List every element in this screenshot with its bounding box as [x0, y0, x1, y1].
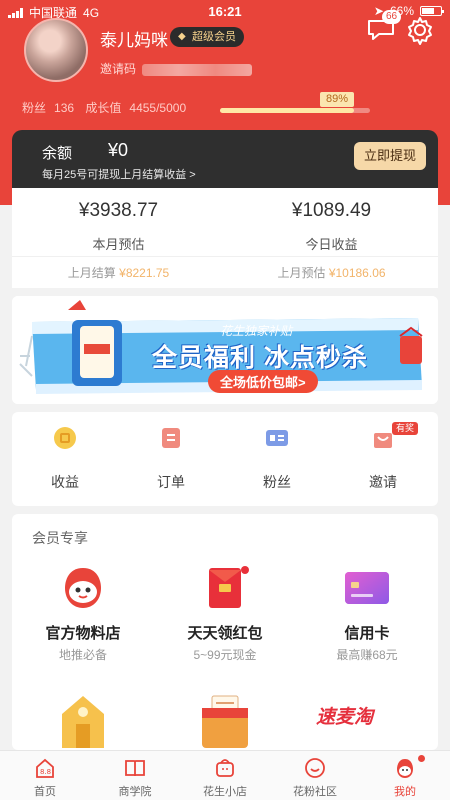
home-icon: 8.8	[36, 758, 54, 778]
growth-progress-bar	[220, 108, 370, 113]
order-icon	[162, 428, 180, 448]
tab-label: 花粉社区	[293, 786, 337, 798]
earn-sub-value: ¥8221.75	[119, 266, 170, 280]
profile-stats: 粉丝 136 成长值 4455/5000	[22, 99, 194, 116]
member-item-desc: 5~99元现金	[193, 648, 257, 662]
withdraw-button[interactable]: 立即提现	[354, 142, 426, 170]
sumaitao-logo: 速麦淘	[316, 707, 374, 728]
reward-badge: 有奖	[392, 422, 419, 435]
earn-label: 今日收益	[305, 237, 358, 252]
profile-icon	[397, 759, 413, 778]
mascot-icon	[65, 568, 101, 608]
quick-item-invite[interactable]: 有奖 邀请	[330, 412, 436, 506]
svg-text:8.8: 8.8	[40, 768, 51, 776]
fans-label: 粉丝	[22, 101, 47, 115]
member-section: 会员专享 官方物料店 地推必备 天天领红包 5~99元现金 信用卡 最高赚68元…	[12, 514, 438, 750]
credit-card-icon	[345, 572, 389, 604]
earnings-panel: ¥3938.77 本月预估 上月结算 ¥8221.75 ¥1089.49 今日收…	[12, 188, 438, 288]
quick-label: 订单	[157, 474, 185, 490]
member-item-wallet[interactable]	[154, 678, 296, 748]
tab-academy[interactable]: 商学院	[90, 751, 180, 800]
quick-actions: 收益 订单 粉丝 有奖 邀请	[12, 412, 438, 506]
message-count-badge: 66	[382, 10, 402, 24]
earn-sub-value: ¥10186.06	[328, 266, 386, 280]
member-item-building[interactable]	[12, 678, 154, 748]
fans-card-icon	[266, 430, 288, 446]
earn-sub-label: 上月结算	[67, 266, 116, 280]
tab-profile[interactable]: 我的	[360, 751, 450, 800]
member-item-material-store[interactable]: 官方物料店 地推必备	[12, 564, 154, 674]
earn-label: 本月预估	[92, 237, 145, 252]
today-earnings[interactable]: ¥1089.49 今日收益 上月预估 ¥10186.06	[225, 188, 438, 288]
community-icon	[305, 758, 325, 778]
quick-label: 粉丝	[263, 474, 291, 490]
banner-title: 全员福利 冰点秒杀	[152, 344, 368, 372]
balance-label: 余额	[42, 145, 73, 162]
invite-code-label: 邀请码	[100, 62, 137, 76]
balance-card: 余额 ¥0 每月25号可提现上月结算收益 > 立即提现	[12, 130, 438, 188]
member-item-sumaitao[interactable]: 速麦淘	[296, 678, 438, 748]
banner-subtitle: 花生独家补贴	[220, 324, 293, 338]
growth-label: 成长值	[85, 101, 122, 115]
building-icon	[62, 696, 104, 748]
tab-label: 首页	[34, 786, 56, 798]
bottom-tab-bar: 8.8 首页 商学院 花生小店 花粉社区 我的	[0, 750, 450, 800]
tab-label: 我的	[394, 786, 416, 798]
member-item-desc: 最高赚68元	[336, 648, 398, 662]
tab-label: 商学院	[118, 786, 152, 798]
book-icon	[125, 760, 145, 777]
invite-code-redacted	[142, 63, 253, 76]
avatar[interactable]	[24, 18, 88, 82]
balance-value: ¥0	[108, 140, 129, 160]
earn-amount: ¥3938.77	[78, 200, 159, 221]
coin-icon	[54, 427, 76, 449]
growth-progress-fill	[220, 108, 354, 113]
banner-tag: 全场低价包邮>	[208, 370, 318, 393]
growth-percent-label: 89%	[320, 92, 355, 107]
earn-sub: 上月结算 ¥8221.75	[12, 264, 225, 281]
quick-item-fans[interactable]: 粉丝	[224, 412, 330, 506]
quick-item-orders[interactable]: 订单	[118, 412, 224, 506]
member-section-title: 会员专享	[32, 530, 88, 546]
tab-community[interactable]: 花粉社区	[270, 751, 360, 800]
vip-badge[interactable]: 超级会员	[170, 27, 244, 47]
invite-code[interactable]: 邀请码	[100, 60, 253, 77]
member-item-red-envelope[interactable]: 天天领红包 5~99元现金	[154, 564, 296, 674]
tab-shop[interactable]: 花生小店	[180, 751, 270, 800]
username: 泰儿妈咪	[100, 31, 168, 50]
tab-label: 花生小店	[203, 786, 247, 798]
quick-label: 邀请	[369, 474, 397, 490]
promo-banner[interactable]: 花生独家补贴 全员福利 冰点秒杀 全场低价包邮>	[12, 296, 438, 404]
quick-label: 收益	[51, 474, 79, 490]
quick-item-earnings[interactable]: 收益	[12, 412, 118, 506]
red-envelope-icon	[209, 566, 249, 608]
settlement-note-link[interactable]: 每月25号可提现上月结算收益 >	[42, 166, 196, 182]
member-item-name: 信用卡	[344, 625, 390, 642]
earn-sub-label: 上月预估	[277, 266, 326, 280]
fans-value: 136	[54, 101, 75, 115]
shop-icon	[216, 759, 234, 777]
member-item-name: 官方物料店	[45, 625, 121, 642]
month-estimate[interactable]: ¥3938.77 本月预估 上月结算 ¥8221.75	[12, 188, 225, 288]
tab-home[interactable]: 8.8 首页	[0, 751, 90, 800]
wallet-icon	[202, 695, 248, 748]
member-item-credit-card[interactable]: 信用卡 最高赚68元	[296, 564, 438, 674]
growth-value: 4455/5000	[129, 101, 187, 115]
member-item-name: 天天领红包	[187, 625, 263, 642]
gear-icon[interactable]	[404, 14, 436, 46]
earn-amount: ¥1089.49	[291, 200, 372, 221]
member-item-desc: 地推必备	[58, 648, 107, 662]
notification-dot	[418, 755, 425, 762]
earn-sub: 上月预估 ¥10186.06	[225, 264, 438, 281]
